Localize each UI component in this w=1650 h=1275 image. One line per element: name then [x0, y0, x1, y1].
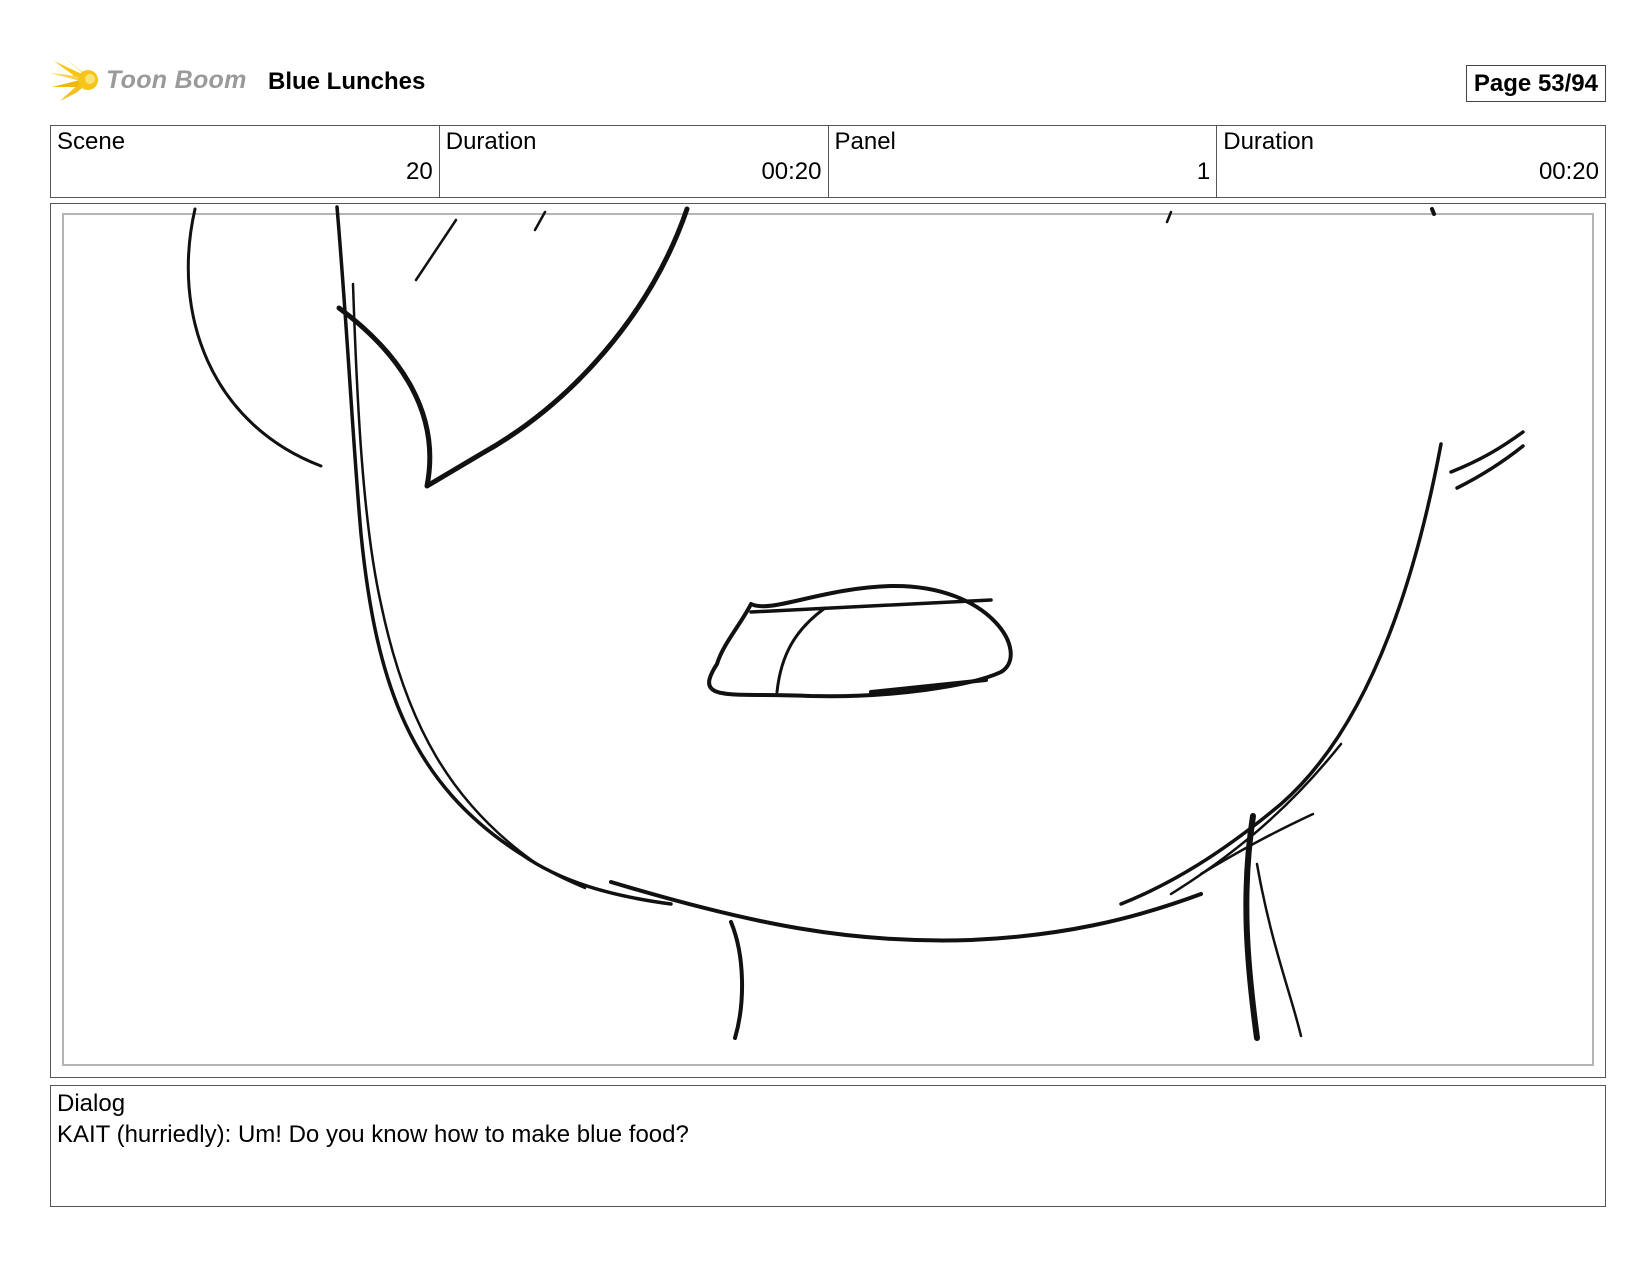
panel-duration-label: Duration — [1223, 128, 1314, 155]
panel-sketch — [186, 205, 1525, 1041]
sketch-face-right — [1119, 442, 1443, 906]
storyboard-panel — [50, 203, 1606, 1078]
sketch-hair-left — [186, 207, 323, 468]
page-header: Toon Boom Blue Lunches Page 53/94 — [50, 55, 1606, 105]
logo-wordmark: Toon Boom — [106, 66, 247, 94]
page-indicator: Page 53/94 — [1465, 65, 1606, 102]
sketch-neck-right — [1243, 813, 1260, 1041]
sketch-face-left — [335, 205, 673, 906]
sketch-tick-2 — [533, 210, 547, 232]
scene-cell: Scene 20 — [51, 126, 440, 197]
sketch-tick-4 — [1430, 207, 1436, 216]
toon-boom-logo: Toon Boom — [50, 55, 250, 105]
sketch-ear-right — [1449, 430, 1525, 474]
sketch-tick-1 — [414, 218, 458, 282]
panel-label: Panel — [834, 128, 896, 155]
scene-info-table: Scene 20 Duration 00:20 Panel 1 Duration… — [50, 125, 1606, 198]
sketch-tick-3 — [1165, 210, 1173, 224]
sketch-jaw — [609, 880, 1203, 943]
sketch-neck-left — [729, 920, 745, 1040]
document-title: Blue Lunches — [268, 68, 426, 95]
scene-duration-value: 00:20 — [761, 158, 822, 185]
sketch-mouth-curve — [775, 606, 827, 694]
sketch-bangs — [336, 206, 690, 489]
scene-duration-label: Duration — [445, 128, 537, 155]
dialog-text: KAIT (hurriedly): Um! Do you know how to… — [57, 1121, 689, 1148]
panel-cell: Panel 1 — [829, 126, 1218, 197]
sketch-face-left-2 — [351, 282, 587, 890]
scene-value: 20 — [406, 158, 433, 185]
star-burst-icon — [50, 57, 98, 101]
sketch-neck-right-2 — [1255, 862, 1303, 1038]
dialog-label: Dialog — [57, 1090, 126, 1117]
scene-duration-cell: Duration 00:20 — [440, 126, 829, 197]
panel-duration-value: 00:20 — [1538, 158, 1599, 185]
panel-duration-cell: Duration 00:20 — [1217, 126, 1605, 197]
dialog-box: Dialog KAIT (hurriedly): Um! Do you know… — [50, 1085, 1606, 1207]
panel-value: 1 — [1196, 158, 1211, 185]
scene-label: Scene — [57, 128, 126, 155]
